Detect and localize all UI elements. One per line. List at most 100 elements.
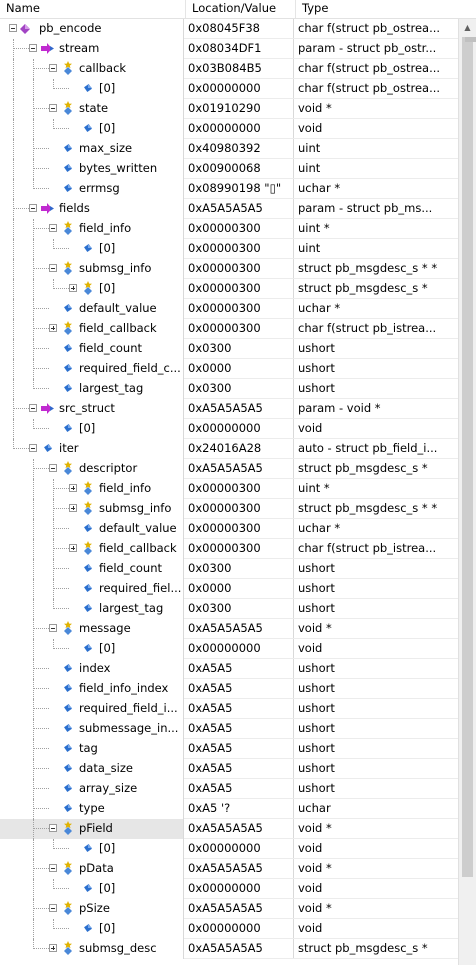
location-value-cell[interactable]: 0xA5A5 — [184, 679, 294, 699]
tree-row[interactable]: field_info 0x00000300 uint * — [0, 219, 458, 239]
tree-row[interactable]: [0] 0x00000300 struct pb_msgdesc_s * — [0, 279, 458, 299]
tree-row[interactable]: field_count 0x0300 ushort — [0, 559, 458, 579]
name-cell[interactable]: pb_encode — [0, 19, 184, 39]
name-cell[interactable]: field_info — [0, 479, 184, 499]
location-value-cell[interactable]: 0x00000300 — [184, 479, 294, 499]
tree-row[interactable]: array_size 0xA5A5 ushort — [0, 779, 458, 799]
location-value-cell[interactable]: 0xA5A5 — [184, 719, 294, 739]
collapse-icon[interactable] — [49, 264, 57, 272]
location-value-cell[interactable]: 0x0300 — [184, 599, 294, 619]
name-cell[interactable]: [0] — [0, 419, 184, 439]
name-cell[interactable]: type — [0, 799, 184, 819]
expand-icon[interactable] — [69, 544, 77, 552]
tree-row[interactable]: [0] 0x00000300 uint — [0, 239, 458, 259]
location-value-cell[interactable]: 0xA5 '? — [184, 799, 294, 819]
tree-row[interactable]: pField 0xA5A5A5A5 void * — [0, 819, 458, 839]
tree-row[interactable]: submsg_desc 0xA5A5A5A5 struct pb_msgdesc_s… — [0, 939, 458, 959]
tree-row[interactable]: required_field_c... 0x0000 ushort — [0, 359, 458, 379]
name-cell[interactable]: fields — [0, 199, 184, 219]
tree-row[interactable]: [0] 0x00000000 char f(struct pb_ostrea... — [0, 79, 458, 99]
location-value-cell[interactable]: 0x08045F38 — [184, 19, 294, 39]
name-cell[interactable]: submessage_in... — [0, 719, 184, 739]
location-value-cell[interactable]: 0x01910290 — [184, 99, 294, 119]
tree-row[interactable]: bytes_written 0x00900068 uint — [0, 159, 458, 179]
location-value-cell[interactable]: 0x00000300 — [184, 499, 294, 519]
name-cell[interactable]: required_fiel... — [0, 579, 184, 599]
name-cell[interactable]: array_size — [0, 779, 184, 799]
name-cell[interactable]: submsg_info — [0, 499, 184, 519]
location-value-cell[interactable]: 0x40980392 — [184, 139, 294, 159]
tree-row[interactable]: data_size 0xA5A5 ushort — [0, 759, 458, 779]
collapse-icon[interactable] — [49, 224, 57, 232]
location-value-cell[interactable]: 0x00000300 — [184, 259, 294, 279]
tree-row[interactable]: largest_tag 0x0300 ushort — [0, 599, 458, 619]
location-value-cell[interactable]: 0x08034DF1 — [184, 39, 294, 59]
location-value-cell[interactable]: 0x0000 — [184, 359, 294, 379]
location-value-cell[interactable]: 0x00000000 — [184, 419, 294, 439]
header-location[interactable]: Location/Value — [186, 0, 296, 18]
location-value-cell[interactable]: 0xA5A5 — [184, 739, 294, 759]
tree-row[interactable]: field_info 0x00000300 uint * — [0, 479, 458, 499]
name-cell[interactable]: [0] — [0, 239, 184, 259]
location-value-cell[interactable]: 0x00000300 — [184, 319, 294, 339]
location-value-cell[interactable]: 0xA5A5A5A5 — [184, 939, 294, 959]
collapse-icon[interactable] — [49, 824, 57, 832]
tree-row[interactable]: [0] 0x00000000 void — [0, 919, 458, 939]
name-cell[interactable]: field_callback — [0, 319, 184, 339]
location-value-cell[interactable]: 0x00000300 — [184, 219, 294, 239]
collapse-icon[interactable] — [29, 44, 37, 52]
name-cell[interactable]: state — [0, 99, 184, 119]
name-cell[interactable]: field_info_index — [0, 679, 184, 699]
name-cell[interactable]: submsg_desc — [0, 939, 184, 959]
expand-icon[interactable] — [69, 484, 77, 492]
location-value-cell[interactable]: 0xA5A5A5A5 — [184, 899, 294, 919]
name-cell[interactable]: submsg_info — [0, 259, 184, 279]
name-cell[interactable]: [0] — [0, 879, 184, 899]
location-value-cell[interactable]: 0x00000300 — [184, 519, 294, 539]
tree-row[interactable]: submsg_info 0x00000300 struct pb_msgdesc_s… — [0, 259, 458, 279]
tree-row[interactable]: iter 0x24016A28 auto - struct pb_field_i..… — [0, 439, 458, 459]
location-value-cell[interactable]: 0x00000300 — [184, 299, 294, 319]
name-cell[interactable]: errmsg — [0, 179, 184, 199]
name-cell[interactable]: data_size — [0, 759, 184, 779]
location-value-cell[interactable]: 0xA5A5 — [184, 659, 294, 679]
location-value-cell[interactable]: 0x0300 — [184, 559, 294, 579]
location-value-cell[interactable]: 0x00000000 — [184, 879, 294, 899]
name-cell[interactable]: pData — [0, 859, 184, 879]
tree-row[interactable]: [0] 0x00000000 void — [0, 419, 458, 439]
name-cell[interactable]: required_field_i... — [0, 699, 184, 719]
location-value-cell[interactable]: 0xA5A5A5A5 — [184, 459, 294, 479]
expand-icon[interactable] — [49, 944, 57, 952]
collapse-icon[interactable] — [49, 904, 57, 912]
collapse-icon[interactable] — [29, 204, 37, 212]
tree-row[interactable]: errmsg 0x08990198 "▯" uchar * — [0, 179, 458, 199]
location-value-cell[interactable]: 0x00000000 — [184, 119, 294, 139]
location-value-cell[interactable]: 0xA5A5A5A5 — [184, 399, 294, 419]
location-value-cell[interactable]: 0x00000000 — [184, 839, 294, 859]
tree-row[interactable]: pb_encode 0x08045F38 char f(struct pb_ostr… — [0, 19, 458, 39]
location-value-cell[interactable]: 0x00000000 — [184, 79, 294, 99]
name-cell[interactable]: message — [0, 619, 184, 639]
name-cell[interactable]: largest_tag — [0, 599, 184, 619]
name-cell[interactable]: default_value — [0, 519, 184, 539]
location-value-cell[interactable]: 0x08990198 "▯" — [184, 179, 294, 199]
tree-row[interactable]: field_callback 0x00000300 char f(struct pb… — [0, 539, 458, 559]
tree-row[interactable]: required_field_i... 0xA5A5 ushort — [0, 699, 458, 719]
collapse-icon[interactable] — [49, 624, 57, 632]
collapse-icon[interactable] — [9, 24, 17, 32]
tree-row[interactable]: field_info_index 0xA5A5 ushort — [0, 679, 458, 699]
tree-row[interactable]: src_struct 0xA5A5A5A5 param - void * — [0, 399, 458, 419]
tree-row[interactable]: [0] 0x00000000 void — [0, 639, 458, 659]
tree-row[interactable]: pData 0xA5A5A5A5 void * — [0, 859, 458, 879]
location-value-cell[interactable]: 0x0000 — [184, 579, 294, 599]
name-cell[interactable]: [0] — [0, 119, 184, 139]
location-value-cell[interactable]: 0x00000000 — [184, 639, 294, 659]
name-cell[interactable]: [0] — [0, 839, 184, 859]
scroll-up-arrow-icon[interactable]: ▲ — [459, 19, 476, 36]
collapse-icon[interactable] — [29, 404, 37, 412]
name-cell[interactable]: field_count — [0, 559, 184, 579]
tree-row[interactable]: default_value 0x00000300 uchar * — [0, 299, 458, 319]
name-cell[interactable]: index — [0, 659, 184, 679]
location-value-cell[interactable]: 0xA5A5 — [184, 699, 294, 719]
name-cell[interactable]: bytes_written — [0, 159, 184, 179]
